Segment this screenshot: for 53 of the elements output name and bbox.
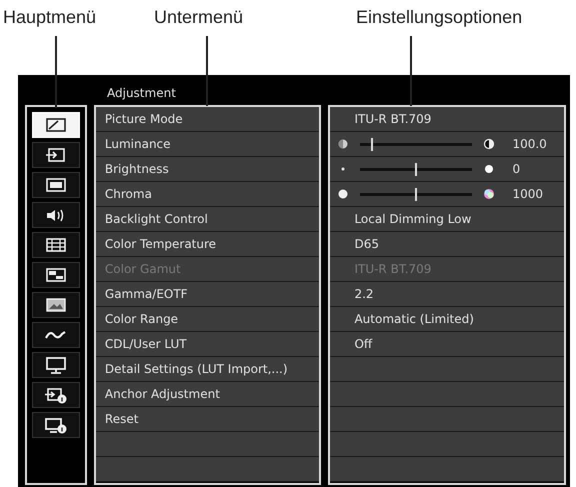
main-menu-tab[interactable] <box>32 232 80 258</box>
option-value: ITU-R BT.709 <box>354 112 432 126</box>
main-menu-tab[interactable] <box>32 352 80 378</box>
submenu-item[interactable]: Color Temperature <box>104 237 216 251</box>
menu-icon <box>44 386 68 404</box>
menu-title: Adjustment <box>107 86 176 100</box>
slider-thumb[interactable] <box>415 188 418 200</box>
slider-value: 0 <box>512 162 520 176</box>
submenu-item[interactable]: Gamma/EOTF <box>104 287 188 301</box>
slider-thumb[interactable] <box>415 162 418 176</box>
main-menu-tab[interactable] <box>32 142 80 168</box>
submenu-item[interactable]: CDL/User LUT <box>104 337 187 351</box>
callout-label: Einstellungsoptionen <box>356 7 522 28</box>
main-menu-tab[interactable] <box>32 412 80 438</box>
main-menu-tab[interactable] <box>32 292 80 318</box>
option-value: Off <box>354 337 372 351</box>
menu-icon <box>44 356 68 374</box>
submenu-item[interactable]: Backlight Control <box>104 212 208 226</box>
submenu-item[interactable]: Color Range <box>104 312 178 326</box>
menu-icon <box>44 176 68 194</box>
leader-line <box>55 36 57 108</box>
option-value: 2.2 <box>354 287 374 301</box>
option-value: Local Dimming Low <box>354 212 472 226</box>
callout-label: Hauptmenü <box>3 7 96 28</box>
slider-value: 100.0 <box>512 137 547 151</box>
main-menu-tab[interactable] <box>32 382 80 408</box>
submenu-item[interactable]: Chroma <box>104 187 152 201</box>
slider-value: 1000 <box>512 187 543 201</box>
menu-icon <box>44 116 68 134</box>
option-value: Automatic (Limited) <box>354 312 474 326</box>
submenu-item[interactable]: Detail Settings (LUT Import,...) <box>104 362 288 376</box>
menu-icon <box>44 146 68 164</box>
contrast-low-icon <box>336 137 350 151</box>
main-menu-tab[interactable] <box>32 202 80 228</box>
main-menu-tab[interactable] <box>32 262 80 288</box>
submenu-item[interactable]: Luminance <box>104 137 171 151</box>
circle-icon <box>336 187 350 201</box>
menu-icon <box>44 296 68 314</box>
menu-icon <box>44 266 68 284</box>
color-circle-icon <box>482 187 496 201</box>
submenu-item[interactable]: Brightness <box>104 162 169 176</box>
submenu-item[interactable]: Reset <box>104 412 138 426</box>
main-menu-tab[interactable] <box>32 172 80 198</box>
main-menu-tab[interactable] <box>32 322 80 348</box>
submenu-item[interactable]: Picture Mode <box>104 112 183 126</box>
menu-icon <box>44 236 68 254</box>
option-value: D65 <box>354 237 379 251</box>
slider-thumb[interactable] <box>370 138 373 150</box>
option-value: ITU-R BT.709 <box>354 262 432 276</box>
menu-icon <box>44 416 68 434</box>
submenu-item[interactable]: Anchor Adjustment <box>104 387 220 401</box>
contrast-high-icon <box>482 137 496 151</box>
callout-label: Untermenü <box>154 7 244 28</box>
